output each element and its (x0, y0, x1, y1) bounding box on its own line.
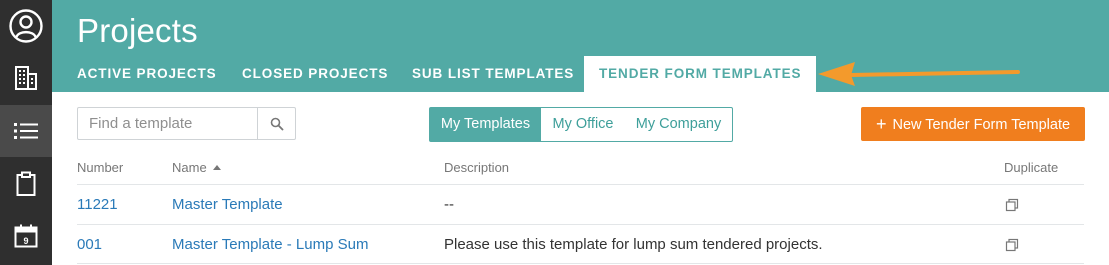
user-circle-icon (9, 9, 43, 43)
left-nav-rail: 9 (0, 0, 52, 265)
template-search (77, 107, 296, 140)
search-icon (270, 117, 283, 130)
tab-closed-projects[interactable]: CLOSED PROJECTS (242, 56, 388, 92)
annotation-arrow (818, 62, 1020, 86)
table-row-divider (77, 224, 1084, 225)
template-scope-filter: My Templates My Office My Company (429, 107, 733, 142)
column-header-name-label: Name (172, 160, 207, 175)
filter-my-company[interactable]: My Company (625, 108, 732, 141)
rail-item-tasks[interactable] (0, 158, 52, 210)
building-icon (15, 66, 37, 90)
tab-tender-form-templates[interactable]: TENDER FORM TEMPLATES (584, 56, 817, 92)
new-button-label: New Tender Form Template (892, 117, 1071, 133)
page-title: Projects (77, 12, 198, 49)
row-number-link[interactable]: 001 (77, 236, 102, 253)
filter-my-templates[interactable]: My Templates (430, 108, 541, 141)
clipboard-icon (16, 171, 36, 196)
column-header-duplicate: Duplicate (1004, 160, 1059, 175)
sort-ascending-icon (212, 165, 221, 170)
svg-text:9: 9 (23, 236, 28, 246)
rail-item-profile[interactable] (0, 0, 52, 52)
search-button[interactable] (257, 108, 295, 139)
plus-icon: + (875, 114, 887, 134)
row-number-link[interactable]: 11221 (77, 196, 118, 213)
table-header-divider (77, 184, 1084, 185)
duplicate-icon[interactable] (1005, 198, 1019, 212)
filter-my-office[interactable]: My Office (541, 108, 625, 141)
calendar-icon: 9 (14, 224, 38, 248)
table-row-divider (77, 263, 1084, 264)
rail-item-companies[interactable] (0, 52, 52, 104)
tab-sub-list-templates[interactable]: SUB LIST TEMPLATES (412, 56, 574, 92)
column-header-number[interactable]: Number (77, 160, 123, 175)
rail-item-calendar[interactable]: 9 (0, 210, 52, 262)
tab-active-projects[interactable]: ACTIVE PROJECTS (77, 56, 217, 92)
column-header-description: Description (444, 160, 510, 175)
column-header-name[interactable]: Name (172, 160, 221, 175)
row-name-link[interactable]: Master Template (172, 196, 283, 213)
row-name-link[interactable]: Master Template - Lump Sum (172, 236, 368, 253)
duplicate-icon[interactable] (1005, 238, 1019, 252)
row-description: -- (444, 196, 454, 213)
row-description: Please use this template for lump sum te… (444, 236, 823, 253)
rail-item-projects[interactable] (0, 105, 52, 157)
new-tender-form-template-button[interactable]: + New Tender Form Template (861, 107, 1085, 141)
search-input[interactable] (78, 108, 258, 139)
list-icon (14, 123, 38, 139)
